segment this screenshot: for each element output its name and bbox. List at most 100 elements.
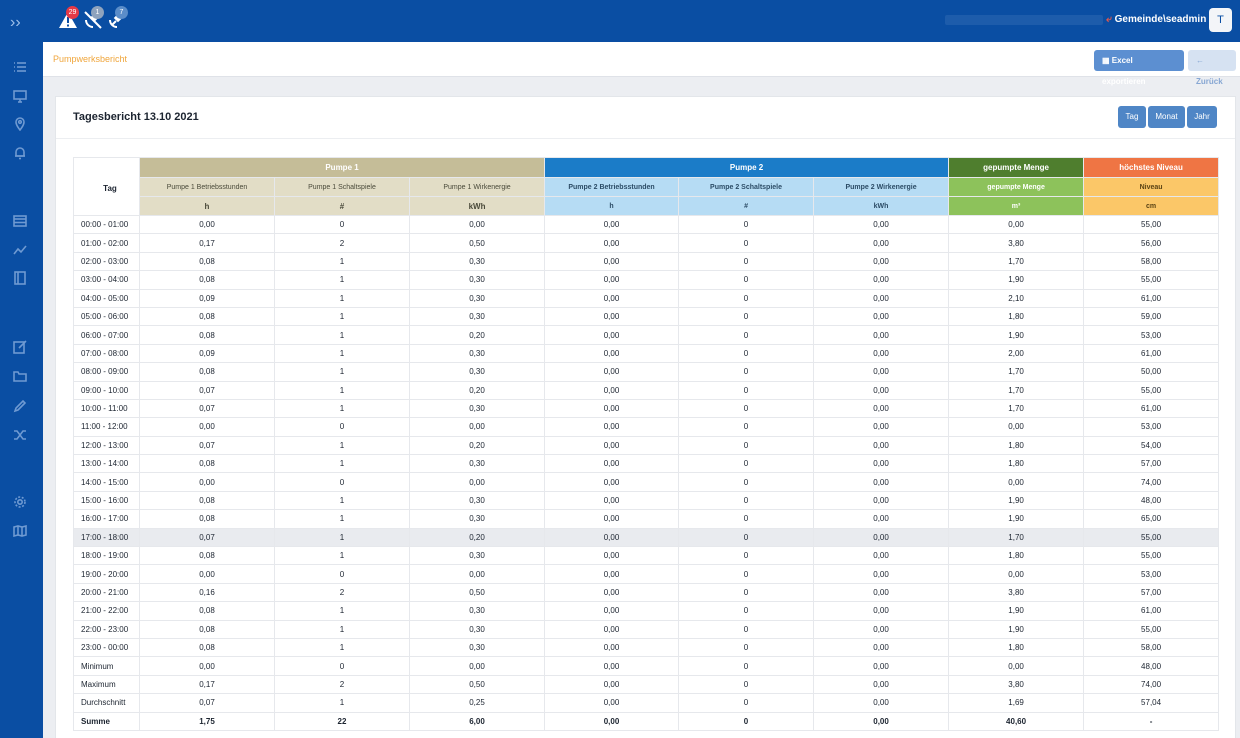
table-cell: 0,00: [544, 343, 680, 364]
table-cell: 55,00: [1083, 380, 1220, 400]
table-cell: 0,09: [139, 343, 275, 364]
table-cell: 57,00: [1083, 454, 1220, 474]
table-cell: 0,00: [813, 711, 950, 731]
row-label: 12:00 - 13:00: [73, 435, 140, 456]
table-cell: 57,00: [1083, 582, 1220, 603]
trend-chart-icon[interactable]: [13, 243, 29, 259]
table-row: 01:00 - 02:00 0,17 2 0,50 0,00 0 0,00 3,80 56,00: [73, 233, 1220, 253]
table-cell: 0,00: [544, 398, 680, 419]
table-cell: 55,00: [1083, 214, 1220, 235]
satellite-alert[interactable]: 7: [107, 6, 129, 32]
table-cell: 0: [678, 435, 815, 456]
table-cell: 1: [274, 343, 410, 364]
expand-sidebar-icon[interactable]: ››: [10, 13, 30, 33]
table-cell: 0,00: [544, 417, 680, 437]
settings-icon[interactable]: [13, 495, 29, 511]
table-cell: 2: [274, 233, 410, 253]
table-cell: 0,00: [544, 288, 680, 308]
map-icon[interactable]: [13, 524, 29, 540]
monitor-icon[interactable]: [13, 89, 29, 105]
table-cell: 1: [274, 270, 410, 290]
column-header: Pumpe 1 Wirkenergie: [408, 177, 546, 197]
table-row: 16:00 - 17:00 0,08 1 0,30 0,00 0 0,00 1,90 65,00: [73, 509, 1220, 529]
table-row: 04:00 - 05:00 0,09 1 0,30 0,00 0 0,00 2,10 61,00: [73, 288, 1220, 308]
row-label: 15:00 - 16:00: [73, 490, 140, 511]
shuffle-icon[interactable]: [13, 428, 29, 444]
breadcrumb-label[interactable]: Pumpwerksbericht: [53, 54, 127, 64]
period-month-button[interactable]: Monat: [1148, 106, 1185, 128]
table-cell: 0,00: [544, 472, 680, 492]
excel-export-button[interactable]: ▦ Excel exportieren: [1094, 50, 1184, 86]
table-cell: 0,00: [813, 637, 950, 658]
row-label: 16:00 - 17:00: [73, 509, 140, 529]
user-menu[interactable]: ⤶ Gemeinde\seadmin: [1106, 14, 1206, 25]
table-cell: 0,50: [408, 582, 546, 603]
book-icon[interactable]: [13, 271, 29, 287]
table-cell: 0: [678, 251, 815, 272]
table-cell: 0,00: [813, 343, 950, 364]
table-icon[interactable]: [13, 214, 29, 230]
row-label: 08:00 - 09:00: [73, 362, 140, 382]
table-row: 23:00 - 00:00 0,08 1 0,30 0,00 0 0,00 1,80 58,00: [73, 637, 1220, 658]
table-row: 17:00 - 18:00 0,07 1 0,20 0,00 0 0,00 1,70 55,00: [73, 527, 1220, 548]
table-cell: 74,00: [1083, 472, 1220, 492]
period-year-button[interactable]: Jahr: [1187, 106, 1217, 128]
table-cell: 22: [274, 711, 410, 731]
table-cell: 0,07: [139, 435, 275, 456]
table-cell: 0: [678, 270, 815, 290]
table-cell: 0,20: [408, 435, 546, 456]
table-row: 21:00 - 22:00 0,08 1 0,30 0,00 0 0,00 1,90 61,00: [73, 601, 1220, 621]
table-cell: 0,00: [544, 233, 680, 253]
period-tag-button[interactable]: Tag: [1118, 106, 1146, 128]
table-cell: 0,30: [408, 601, 546, 621]
table-cell: 0,00: [813, 582, 950, 603]
table-cell: 1: [274, 509, 410, 529]
table-cell: 1,80: [948, 306, 1085, 327]
avatar[interactable]: T: [1209, 8, 1232, 32]
table-cell: 0,00: [948, 214, 1085, 235]
table-cell: 0,00: [813, 546, 950, 566]
table-cell: 0,30: [408, 306, 546, 327]
table-cell: 57,04: [1083, 693, 1220, 713]
list-icon[interactable]: [13, 60, 29, 76]
column-header: gepumpte Menge: [948, 177, 1085, 197]
user-name-label: Gemeinde\seadmin: [1114, 14, 1207, 25]
table-cell: 0: [678, 417, 815, 437]
bell-icon[interactable]: [13, 146, 29, 162]
table-row: 11:00 - 12:00 0,00 0 0,00 0,00 0 0,00 0,00 53,00: [73, 417, 1220, 437]
table-cell: 1,69: [948, 693, 1085, 713]
table-cell: 0,00: [544, 214, 680, 235]
table-row: 13:00 - 14:00 0,08 1 0,30 0,00 0 0,00 1,80 57,00: [73, 454, 1220, 474]
table-cell: 0,00: [813, 251, 950, 272]
row-label: 01:00 - 02:00: [73, 233, 140, 253]
table-cell: 0,08: [139, 637, 275, 658]
satellite-off-alert[interactable]: 1: [83, 6, 105, 32]
row-label: 17:00 - 18:00: [73, 527, 140, 548]
table-cell: 1,75: [139, 711, 275, 731]
table-cell: 55,00: [1083, 619, 1220, 639]
redacted-area: [945, 15, 1103, 25]
table-cell: 1: [274, 306, 410, 327]
table-cell: 53,00: [1083, 325, 1220, 345]
table-row: 15:00 - 16:00 0,08 1 0,30 0,00 0 0,00 1,90 48,00: [73, 490, 1220, 511]
sidebar: [0, 42, 43, 738]
stat-row: Maximum 0,17 2 0,50 0,00 0 0,00 3,80 74,00: [73, 674, 1220, 695]
table-cell: 0,00: [544, 306, 680, 327]
table-cell: 0: [678, 601, 815, 621]
warning-alert[interactable]: 29: [58, 6, 80, 32]
back-button[interactable]: ← Zurück: [1188, 50, 1236, 86]
table-cell: 0,00: [813, 601, 950, 621]
edit-document-icon[interactable]: [13, 340, 29, 356]
table-cell: 0,00: [544, 564, 680, 584]
table-cell: 0,30: [408, 251, 546, 272]
table-cell: 0,00: [948, 472, 1085, 492]
table-cell: 0: [274, 564, 410, 584]
table-cell: 40,60: [948, 711, 1085, 731]
folder-icon[interactable]: [13, 369, 29, 385]
table-cell: 6,00: [408, 711, 546, 731]
satellite-count-badge: 7: [115, 6, 128, 19]
pencil-icon[interactable]: [13, 399, 29, 415]
table-cell: 0,00: [813, 417, 950, 437]
location-pin-icon[interactable]: [13, 117, 29, 133]
table-cell: 0,00: [948, 564, 1085, 584]
